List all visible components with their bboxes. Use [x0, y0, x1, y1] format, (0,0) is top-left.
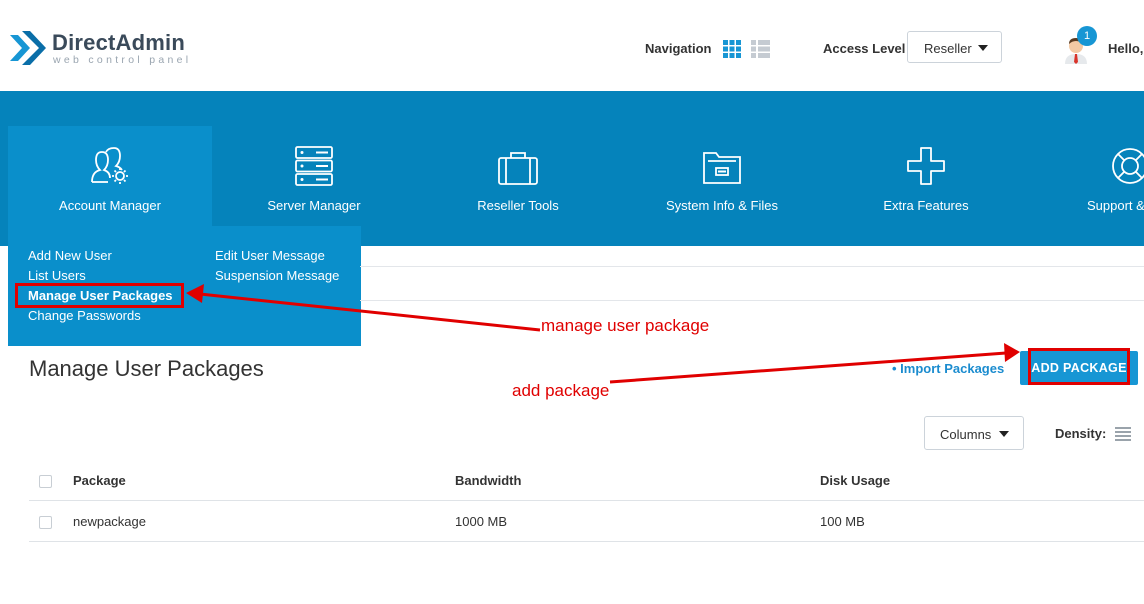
density-label: Density: [1055, 426, 1107, 441]
lifebuoy-icon [1112, 148, 1144, 184]
menu-list-users[interactable]: List Users [28, 268, 86, 283]
nav-account-manager[interactable]: Account Manager [8, 126, 212, 226]
grid-view-icon[interactable] [723, 40, 741, 58]
navigation-label: Navigation [645, 41, 712, 56]
nav-system-info-files[interactable]: System Info & Files [620, 91, 824, 226]
highlight-add-package [1028, 348, 1130, 385]
list-view-icon[interactable] [751, 40, 770, 58]
menu-add-new-user[interactable]: Add New User [28, 248, 112, 263]
column-header-bandwidth[interactable]: Bandwidth [455, 473, 521, 488]
nav-label-extra-features: Extra Features [883, 198, 969, 213]
row-checkbox[interactable] [39, 516, 52, 529]
chevron-down-icon [978, 45, 988, 51]
annotation-add-package: add package [512, 381, 610, 400]
top-header: DirectAdmin web control panel Navigation… [0, 0, 1144, 91]
access-level-select[interactable]: Reseller [907, 31, 1002, 63]
notification-badge[interactable]: 1 [1077, 26, 1097, 46]
nav-reseller-tools[interactable]: Reseller Tools [416, 91, 620, 226]
annotation-manage-user-package: manage user package [541, 316, 710, 335]
folder-icon [703, 152, 741, 184]
column-header-package[interactable]: Package [73, 473, 126, 488]
nav-label-server-manager: Server Manager [267, 198, 361, 213]
select-all-checkbox[interactable] [39, 475, 52, 488]
logo-title[interactable]: DirectAdmin [52, 30, 185, 56]
column-header-disk-usage[interactable]: Disk Usage [820, 473, 890, 488]
nav-label-reseller-tools: Reseller Tools [477, 198, 559, 213]
chevron-down-icon [999, 431, 1009, 437]
menu-edit-user-message[interactable]: Edit User Message [215, 248, 325, 263]
package-name-cell[interactable]: newpackage [73, 514, 146, 529]
briefcase-icon [498, 152, 538, 185]
breadcrumb-divider-bottom [360, 300, 1144, 301]
access-level-value: Reseller [924, 41, 972, 56]
nav-support[interactable]: Support & [1028, 91, 1144, 226]
logo-subtitle: web control panel [53, 54, 192, 66]
page-title: Manage User Packages [29, 356, 264, 381]
columns-button[interactable]: Columns [924, 416, 1024, 450]
table-row: newpackage 1000 MB 100 MB [29, 502, 1144, 542]
users-gear-icon [91, 147, 128, 184]
highlight-manage-user-packages [15, 283, 184, 308]
nav-extra-features[interactable]: Extra Features [824, 91, 1028, 226]
nav-label-account-manager: Account Manager [59, 198, 161, 213]
density-compact-icon[interactable] [1115, 426, 1131, 442]
access-level-label: Access Level [823, 41, 906, 56]
disk-usage-cell: 100 MB [820, 514, 865, 529]
table-header-row: Package Bandwidth Disk Usage [29, 461, 1144, 501]
nav-label-system-info-files: System Info & Files [666, 198, 778, 213]
nav-label-support: Support & [1087, 198, 1144, 213]
import-packages-link[interactable]: • Import Packages [892, 361, 1004, 376]
columns-label: Columns [940, 427, 992, 442]
nav-server-manager[interactable]: Server Manager [212, 91, 416, 226]
user-greeting[interactable]: Hello, [1108, 41, 1143, 56]
menu-change-passwords[interactable]: Change Passwords [28, 308, 141, 323]
server-icon [295, 146, 333, 186]
plus-icon [907, 147, 945, 185]
breadcrumb-divider-top [360, 266, 1144, 267]
directadmin-logo-icon[interactable] [8, 27, 46, 69]
menu-suspension-message[interactable]: Suspension Message [215, 268, 339, 283]
bandwidth-cell: 1000 MB [455, 514, 508, 529]
